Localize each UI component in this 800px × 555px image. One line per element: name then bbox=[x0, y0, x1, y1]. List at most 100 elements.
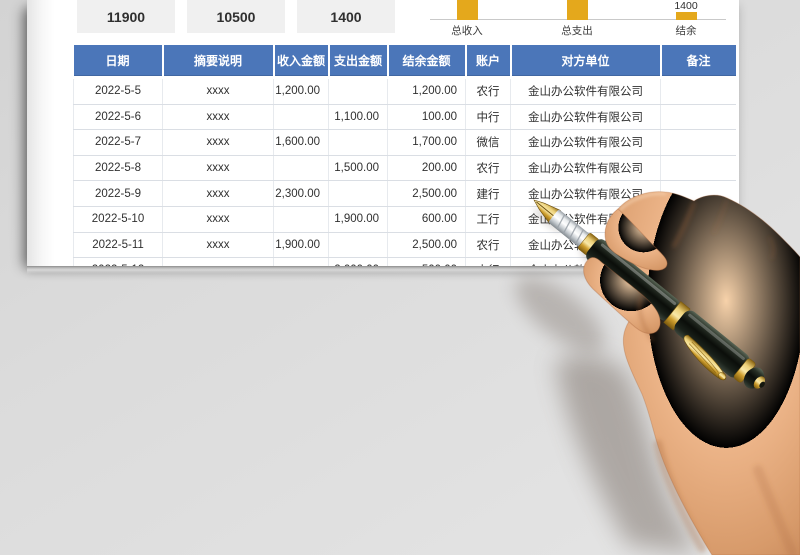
table-cell[interactable]: 500.00 bbox=[387, 257, 466, 266]
table-row: 2022-5-12xxxx 2,000.00500.00中行金山办公软件有限公司 bbox=[73, 257, 736, 266]
table-cell[interactable]: 1,600.00 bbox=[273, 129, 329, 156]
screenshot-root: 11900 10500 1400 总收入 总支出 结余 1400 日期 摘要说明 收入金额 支出… bbox=[0, 0, 800, 555]
table-cell[interactable]: 农行 bbox=[465, 232, 511, 259]
table-cell[interactable]: 金山办公软件有限公司 bbox=[510, 129, 661, 156]
table-cell[interactable] bbox=[273, 104, 329, 131]
table-cell[interactable] bbox=[660, 206, 736, 233]
paper-left-shade bbox=[27, 0, 55, 266]
table-cell[interactable]: 2022-5-9 bbox=[73, 180, 163, 207]
column-header[interactable]: 支出金额 bbox=[328, 45, 389, 79]
table-cell[interactable]: 100.00 bbox=[387, 104, 466, 131]
table-cell[interactable]: 1,100.00 bbox=[328, 104, 388, 131]
table-cell[interactable]: 2,500.00 bbox=[387, 232, 466, 259]
table-cell[interactable]: xxxx bbox=[162, 257, 274, 266]
table-cell[interactable]: 金山办公软件有限公司 bbox=[510, 206, 661, 233]
table-cell[interactable]: 1,200.00 bbox=[387, 77, 466, 105]
table-cell[interactable]: 1,500.00 bbox=[328, 155, 388, 182]
table-cell[interactable]: 中行 bbox=[465, 104, 511, 131]
table-row: 2022-5-6 xxxx 1,100.00 100.00 中行 金山办公软件有限公司 bbox=[73, 104, 736, 131]
table-cell[interactable]: 2022-5-7 bbox=[73, 129, 163, 156]
table-row: 2022-5-10 xxxx 1,900.00 600.00 工行 金山办公软件有限公司 bbox=[73, 206, 736, 233]
table-cell[interactable]: 建行 bbox=[465, 180, 511, 207]
table-cell[interactable]: 1,700.00 bbox=[387, 129, 466, 156]
table-cell[interactable]: 微信 bbox=[465, 129, 511, 156]
chart-category-label: 总支出 bbox=[561, 25, 593, 37]
table-cell[interactable]: 1,900.00 bbox=[328, 206, 388, 233]
chart-category-label: 总收入 bbox=[451, 25, 483, 37]
table-cell[interactable]: 600.00 bbox=[387, 206, 466, 233]
table-cell[interactable]: xxxx bbox=[162, 155, 274, 182]
table-cell[interactable] bbox=[660, 232, 736, 259]
chart-bar bbox=[566, 0, 588, 20]
table-cell[interactable]: 2022-5-5 bbox=[73, 77, 163, 105]
table-row: 2022-5-5 xxxx 1,200.00 1,200.00 农行 金山办公软件有限公司 bbox=[73, 77, 736, 105]
table-cell[interactable]: xxxx bbox=[162, 232, 274, 259]
bar-chart: 总收入 总支出 结余 1400 bbox=[430, 0, 732, 37]
table-cell[interactable]: 2,000.00 bbox=[328, 257, 388, 266]
column-header[interactable]: 账户 bbox=[465, 45, 512, 79]
table-cell[interactable]: 1,200.00 bbox=[273, 77, 329, 105]
summary-value-cell[interactable]: 11900 bbox=[77, 0, 175, 33]
summary-value-cell[interactable]: 1400 bbox=[297, 0, 395, 33]
table-cell[interactable]: 2022-5-6 bbox=[73, 104, 163, 131]
table-cell[interactable] bbox=[660, 129, 736, 156]
table-cell[interactable]: 2022-5-11 bbox=[73, 232, 163, 259]
table-header: 日期 摘要说明 收入金额 支出金额 结余金额 账户 对方单位 备注 bbox=[73, 45, 736, 79]
chart-category-label: 结余 bbox=[675, 25, 697, 37]
table-cell[interactable] bbox=[273, 257, 329, 266]
pen-clip bbox=[683, 334, 727, 381]
column-header[interactable]: 日期 bbox=[73, 45, 164, 79]
chart-value-label: 1400 bbox=[674, 0, 698, 12]
ledger-table: 日期 摘要说明 收入金额 支出金额 结余金额 账户 对方单位 备注 2022-5-5 xxxx 1… bbox=[73, 45, 736, 266]
table-cell[interactable] bbox=[660, 180, 736, 207]
table-cell[interactable]: 2022-5-12 bbox=[73, 257, 163, 266]
table-cell[interactable]: 金山办公软件有限公司 bbox=[510, 104, 661, 131]
table-row: 2022-5-9 xxxx 2,300.00 2,500.00 建行 金山办公软件有限公司 bbox=[73, 180, 736, 207]
table-cell[interactable]: 金山办公软件有限公司 bbox=[510, 77, 661, 105]
table-cell[interactable]: 200.00 bbox=[387, 155, 466, 182]
table-body: 2022-5-5 xxxx 1,200.00 1,200.00 农行 金山办公软件有限公司… bbox=[73, 77, 736, 266]
table-cell[interactable]: 工行 bbox=[465, 206, 511, 233]
table-cell[interactable] bbox=[328, 129, 388, 156]
column-header[interactable]: 结余金额 bbox=[387, 45, 467, 79]
table-cell[interactable]: 金山办公软件有限公司 bbox=[510, 232, 661, 259]
table-cell[interactable]: xxxx bbox=[162, 77, 274, 105]
table-cell[interactable] bbox=[660, 155, 736, 182]
table-cell[interactable]: 金山办公软件有限公司 bbox=[510, 155, 661, 182]
table-cell[interactable]: xxxx bbox=[162, 206, 274, 233]
column-header[interactable]: 摘要说明 bbox=[162, 45, 275, 79]
column-header[interactable]: 收入金额 bbox=[273, 45, 330, 79]
summary-value-cell[interactable]: 10500 bbox=[187, 0, 285, 33]
table-row: 2022-5-11 xxxx 1,900.00 2,500.00 农行 金山办公软件有限公… bbox=[73, 232, 736, 259]
table-cell[interactable]: xxxx bbox=[162, 129, 274, 156]
paper-bottom-edge bbox=[27, 266, 739, 274]
table-cell[interactable]: 2022-5-8 bbox=[73, 155, 163, 182]
table-row: 2022-5-7 xxxx 1,600.00 1,700.00 微信 金山办公软件有限公司 bbox=[73, 129, 736, 156]
table-cell[interactable] bbox=[660, 257, 736, 266]
table-cell[interactable]: 金山办公软件有限公司 bbox=[510, 180, 661, 207]
table-cell[interactable] bbox=[660, 77, 736, 105]
table-cell[interactable]: 2,300.00 bbox=[273, 180, 329, 207]
table-cell[interactable] bbox=[273, 206, 329, 233]
table-cell[interactable] bbox=[273, 155, 329, 182]
table-cell[interactable]: xxxx bbox=[162, 180, 274, 207]
pen-cap bbox=[674, 310, 750, 378]
table-cell[interactable] bbox=[328, 180, 388, 207]
column-header[interactable]: 对方单位 bbox=[510, 45, 662, 79]
column-header[interactable]: 备注 bbox=[660, 45, 736, 79]
table-cell[interactable]: 农行 bbox=[465, 155, 511, 182]
table-cell[interactable]: 1,900.00 bbox=[273, 232, 329, 259]
chart-bar bbox=[675, 12, 697, 20]
table-cell[interactable] bbox=[328, 232, 388, 259]
chart-bar bbox=[456, 0, 478, 20]
spreadsheet-paper: 11900 10500 1400 总收入 总支出 结余 1400 日期 摘要说明 收入金额 支出… bbox=[27, 0, 739, 266]
table-cell[interactable]: 2022-5-10 bbox=[73, 206, 163, 233]
table-row: 2022-5-8 xxxx 1,500.00 200.00 农行 金山办公软件有限公司 bbox=[73, 155, 736, 182]
table-cell[interactable] bbox=[328, 77, 388, 105]
table-cell[interactable] bbox=[660, 104, 736, 131]
table-cell[interactable]: 金山办公软件有限公司 bbox=[510, 257, 661, 266]
table-cell[interactable]: xxxx bbox=[162, 104, 274, 131]
table-cell[interactable]: 农行 bbox=[465, 77, 511, 105]
table-cell[interactable]: 2,500.00 bbox=[387, 180, 466, 207]
table-cell[interactable]: 中行 bbox=[465, 257, 511, 266]
